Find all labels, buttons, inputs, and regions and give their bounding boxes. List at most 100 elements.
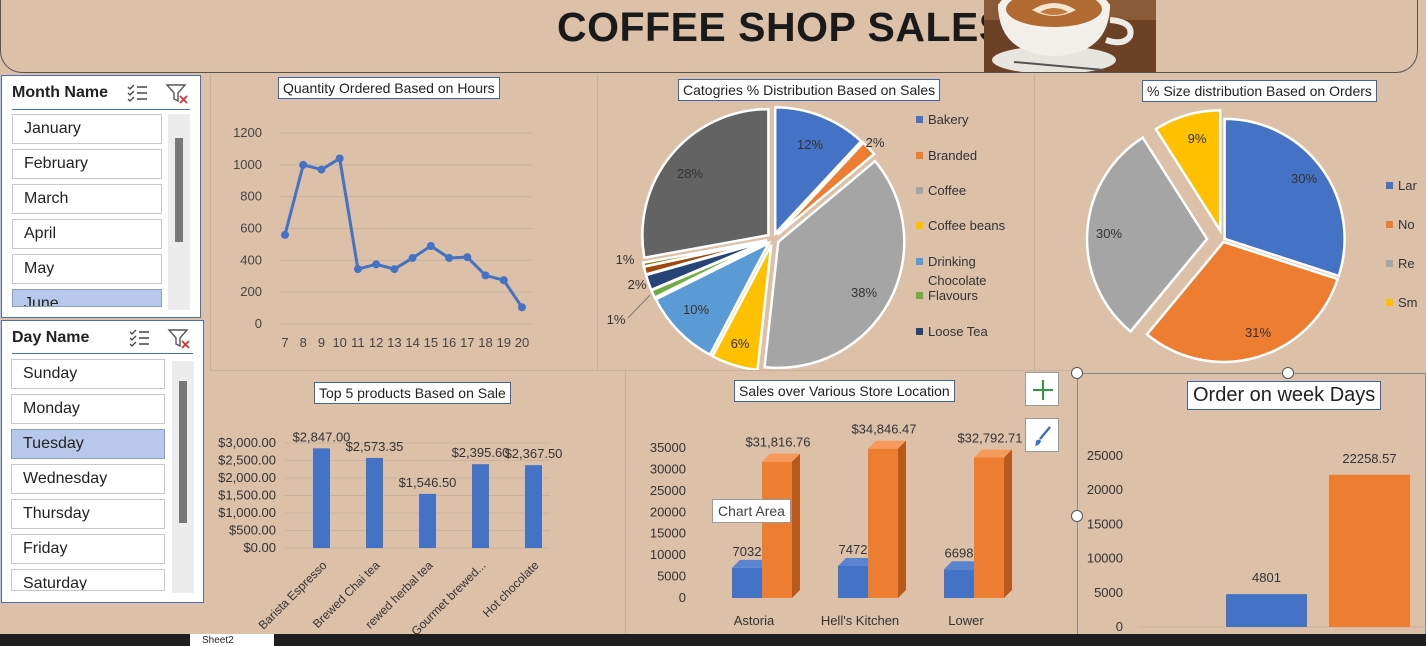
chart-styles-button[interactable] [1025, 418, 1059, 452]
slicer-item-may[interactable]: May [12, 254, 162, 284]
slicer-item-thursday[interactable]: Thursday [11, 499, 165, 529]
legend-label: Branded [928, 148, 977, 163]
data-point [518, 303, 526, 312]
slicer-item-sunday[interactable]: Sunday [11, 359, 165, 389]
bar [1226, 594, 1307, 627]
resize-handle[interactable] [1282, 367, 1294, 379]
bar-data-label: $32,792.71 [957, 430, 1022, 445]
x-tick-label: 13 [387, 335, 401, 350]
month-slicer-scrollbar[interactable] [168, 114, 190, 310]
x-tick-label: 7 [281, 335, 288, 350]
scroll-thumb[interactable] [175, 138, 183, 242]
brush-icon [1035, 426, 1051, 446]
bar [974, 457, 1004, 598]
x-tick-label: Hell's Kitchen [821, 613, 899, 628]
slicer-item-march[interactable]: March [12, 184, 162, 214]
hours-line-chart[interactable]: 0 200 400 600 800 1000 1200 7 8 9 10 11 12 13 14 15 16 17… [210, 100, 595, 360]
weekdays-bar-chart[interactable]: 0 5000 10000 15000 20000 25000 4801 22258.57 [1078, 420, 1426, 636]
bar [944, 569, 974, 598]
bar [868, 448, 898, 598]
bar [366, 457, 383, 548]
plus-icon [1033, 380, 1053, 400]
x-tick-label: 20 [515, 335, 529, 350]
clear-filter-icon[interactable] [164, 80, 190, 106]
clear-filter-icon[interactable] [166, 325, 192, 351]
data-point [481, 271, 490, 280]
resize-handle[interactable] [1071, 367, 1083, 379]
slicer-item-january[interactable]: January [12, 114, 162, 144]
sheet-tab-label: Sheet2 [202, 635, 234, 646]
weekdays-chart-title: Order on week Days [1187, 381, 1382, 410]
day-slicer-title: Day Name [12, 329, 90, 346]
legend-label-line: Chocolate [928, 273, 987, 288]
pie-data-label: 1% [616, 252, 635, 267]
slicer-item-february[interactable]: February [12, 149, 162, 179]
x-tick-label: 9 [318, 335, 325, 350]
top5-products-bar-chart[interactable]: $0.00 $500.00 $1,000.00 $1,500.00 $2,000.00 $… [210, 410, 624, 636]
size-pie-chart[interactable]: 30% 31% 30% 9% Lar No Re Sm [1035, 102, 1426, 370]
y-tick-label: 0 [679, 590, 686, 605]
day-slicer-scrollbar[interactable] [172, 361, 194, 593]
bar [313, 448, 330, 548]
data-point [299, 160, 308, 169]
pie-data-label: 12% [797, 137, 823, 152]
slicer-item-saturday[interactable]: Saturday [11, 569, 165, 591]
slicer-item-wednesday[interactable]: Wednesday [11, 464, 165, 494]
legend-label: Lar [1398, 178, 1417, 193]
dashboard-header: COFFEE SHOP SALES [0, 0, 1418, 73]
y-tick-label: 800 [240, 189, 262, 204]
y-tick-label: $500.00 [229, 523, 276, 538]
size-chart-title: % Size distribution Based on Orders [1142, 80, 1377, 102]
pie-data-label: 38% [851, 285, 877, 300]
stores-bar-chart[interactable]: 0 5000 10000 15000 20000 25000 30000 35000 7032 $… [626, 410, 1076, 636]
legend-label: Bakery [928, 112, 969, 127]
panel-divider [210, 370, 1076, 371]
data-point [281, 230, 289, 239]
bar-data-label: 7472 [839, 542, 868, 557]
y-tick-label: 5000 [657, 569, 686, 584]
slicer-item-monday[interactable]: Monday [11, 394, 165, 424]
multi-select-icon[interactable] [124, 80, 150, 106]
legend-swatch [1386, 221, 1393, 228]
pie-data-label: 30% [1096, 226, 1122, 241]
slicer-item-april[interactable]: April [12, 219, 162, 249]
month-slicer[interactable]: Month Name January February March April May J… [1, 75, 201, 318]
y-tick-label: 30000 [650, 461, 686, 476]
coffee-cup-image[interactable] [984, 0, 1156, 72]
data-point [335, 154, 344, 163]
y-tick-label: $1,500.00 [218, 488, 276, 503]
top5-chart-title: Top 5 products Based on Sale [314, 382, 511, 404]
y-tick-label: 35000 [650, 440, 686, 455]
x-tick-label: Hot chocolate [480, 558, 542, 620]
slicer-item-friday[interactable]: Friday [11, 534, 165, 564]
legend-label: Sm [1398, 295, 1418, 310]
resize-handle[interactable] [1071, 510, 1083, 522]
slicer-item-tuesday[interactable]: Tuesday [11, 429, 165, 459]
bar [732, 567, 762, 598]
y-tick-label: 1200 [233, 125, 262, 140]
x-tick-label: 16 [442, 335, 456, 350]
leader-line [627, 294, 651, 319]
chart-elements-button[interactable] [1025, 372, 1059, 406]
legend-swatch [1386, 260, 1393, 267]
legend-swatch [916, 116, 923, 123]
legend-label: Coffee beans [928, 218, 1006, 233]
pie-slice [641, 107, 770, 260]
y-tick-label: 0 [1116, 619, 1123, 634]
bar-data-label: $1,546.50 [399, 475, 457, 490]
pie-data-label: 10% [683, 302, 709, 317]
categories-pie-chart[interactable]: 12% 2% 38% 6% 10% 1% 2% 1% 28% Bakery Branded Coffe… [598, 102, 1033, 370]
y-tick-label: 200 [240, 284, 262, 299]
slicer-item-june[interactable]: June [12, 289, 162, 307]
sheet-tab[interactable]: Sheet2 [190, 634, 274, 646]
bar-side [898, 440, 906, 598]
pie-data-label: 28% [677, 166, 703, 181]
y-tick-label: 15000 [650, 526, 686, 541]
scroll-thumb[interactable] [179, 381, 187, 523]
multi-select-icon[interactable] [126, 325, 152, 351]
bar [1329, 474, 1410, 627]
day-slicer[interactable]: Day Name Sunday Monday Tuesday Wednesday Thu… [1, 320, 204, 603]
bar-side [1004, 449, 1012, 598]
legend-label: Drinking Chocolate [928, 254, 987, 288]
legend-swatch [916, 187, 923, 194]
